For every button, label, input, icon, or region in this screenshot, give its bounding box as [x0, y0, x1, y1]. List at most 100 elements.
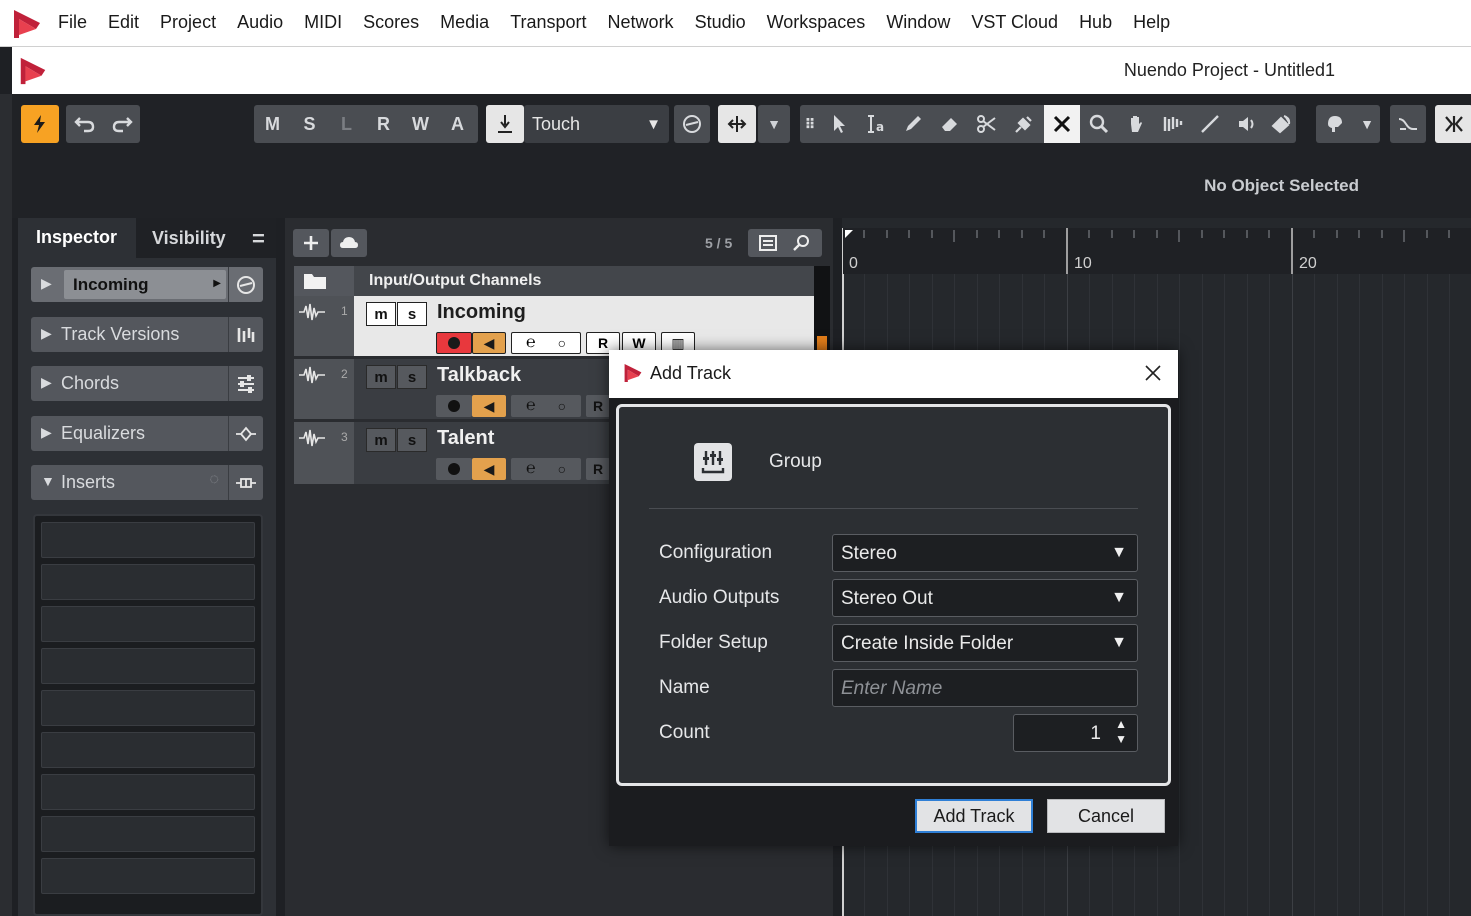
record-enable-button[interactable] [436, 332, 472, 354]
search-icon[interactable] [792, 233, 812, 253]
insert-slot[interactable] [41, 690, 255, 726]
automation-mode-icon-button[interactable] [486, 105, 524, 143]
count-stepper[interactable]: 1 ▲ ▼ [1013, 714, 1138, 752]
insert-slot[interactable] [41, 774, 255, 810]
menu-help[interactable]: Help [1133, 12, 1170, 33]
menu-project[interactable]: Project [160, 12, 216, 33]
object-selection-tool[interactable] [820, 105, 857, 143]
menu-network[interactable]: Network [608, 12, 674, 33]
configuration-select[interactable]: Stereo ▼ [832, 534, 1138, 572]
solo-button[interactable]: s [397, 428, 427, 452]
glue-tool[interactable] [1005, 105, 1042, 143]
menu-workspaces[interactable]: Workspaces [767, 12, 866, 33]
snap-to-zero-button[interactable] [1390, 105, 1426, 143]
insert-slot[interactable] [41, 606, 255, 642]
menu-media[interactable]: Media [440, 12, 489, 33]
record-enable-button[interactable] [436, 395, 472, 417]
redo-button[interactable] [103, 105, 140, 143]
solo-all-button[interactable]: S [291, 105, 328, 143]
inspector-menu-icon[interactable]: = [252, 226, 265, 252]
edit-channel-button[interactable] [228, 267, 263, 302]
write-all-button[interactable]: W [402, 105, 439, 143]
read-all-button[interactable]: R [365, 105, 402, 143]
add-track-from-cloud-button[interactable] [331, 229, 367, 257]
auto-scroll-options-button[interactable]: ▼ [1354, 105, 1380, 143]
comp-tool[interactable] [1154, 105, 1191, 143]
menu-file[interactable]: File [58, 12, 87, 33]
hand-tool[interactable] [1117, 105, 1154, 143]
mute-button[interactable]: m [366, 302, 396, 326]
listen-button[interactable]: L [328, 105, 365, 143]
menu-studio[interactable]: Studio [695, 12, 746, 33]
color-tool[interactable] [1265, 105, 1296, 143]
auto-scroll-button[interactable] [1316, 105, 1354, 143]
record-enable-button[interactable] [436, 458, 472, 480]
read-automation-button[interactable]: R [586, 458, 610, 480]
tab-inspector[interactable]: Inspector [18, 218, 134, 258]
play-tool[interactable] [1228, 105, 1265, 143]
cancel-button[interactable]: Cancel [1047, 799, 1165, 833]
line-tool[interactable] [1191, 105, 1228, 143]
insert-slot[interactable] [41, 858, 255, 894]
add-track-confirm-button[interactable]: Add Track [915, 799, 1033, 833]
folder-track[interactable]: Input/Output Channels [294, 266, 814, 296]
constrain-options-button[interactable]: ▼ [758, 105, 790, 143]
monitor-button[interactable]: ◀ [472, 458, 506, 480]
add-track-button[interactable] [293, 229, 329, 257]
menu-midi[interactable]: MIDI [304, 12, 342, 33]
edit-settings-group[interactable]: ℮ ○ [511, 332, 581, 354]
constrain-delay-button[interactable] [718, 105, 756, 143]
name-input[interactable]: Enter Name [832, 669, 1138, 707]
insert-slot[interactable] [41, 648, 255, 684]
insert-slot[interactable] [41, 564, 255, 600]
solo-button[interactable]: s [397, 365, 427, 389]
inspector-section-inserts[interactable]: ▼ Inserts ◌ [31, 465, 263, 500]
zoom-tool[interactable] [1080, 105, 1117, 143]
mute-tool[interactable] [1044, 105, 1080, 143]
time-ruler[interactable]: 0 10 20 [842, 228, 1471, 274]
folder-setup-select[interactable]: Create Inside Folder ▼ [832, 624, 1138, 662]
inspector-section-incoming[interactable]: ▶ Incoming ▶ [31, 267, 263, 302]
undo-button[interactable] [66, 105, 103, 143]
menu-window[interactable]: Window [886, 12, 950, 33]
menu-scores[interactable]: Scores [363, 12, 419, 33]
range-selection-tool[interactable]: a [857, 105, 894, 143]
insert-slot[interactable] [41, 816, 255, 852]
monitor-button[interactable]: ◀ [472, 395, 506, 417]
read-automation-button[interactable]: R [586, 395, 610, 417]
edit-settings-group[interactable]: ℮ ○ [511, 458, 581, 480]
track-row-incoming[interactable]: 1 m s Incoming ◀ ℮ ○ R W ▥ [294, 296, 814, 356]
edit-settings-group[interactable]: ℮ ○ [511, 395, 581, 417]
inspector-section-equalizers[interactable]: ▶ Equalizers [31, 416, 263, 451]
automation-panel-button[interactable]: A [439, 105, 476, 143]
audio-outputs-select[interactable]: Stereo Out ▼ [832, 579, 1138, 617]
insert-slot[interactable] [41, 732, 255, 768]
mute-all-button[interactable]: M [254, 105, 291, 143]
snap-on-off-button[interactable] [1435, 105, 1471, 143]
menu-transport[interactable]: Transport [510, 12, 586, 33]
menu-vst-cloud[interactable]: VST Cloud [971, 12, 1058, 33]
inspector-section-track-versions[interactable]: ▶ Track Versions [31, 317, 263, 352]
insert-slot[interactable] [41, 522, 255, 558]
automation-mode-select[interactable]: Touch ▼ [524, 105, 669, 143]
edit-automation-button[interactable] [674, 105, 710, 143]
solo-button[interactable]: s [397, 302, 427, 326]
track-name-field[interactable]: Incoming ▶ [64, 270, 226, 299]
close-icon[interactable] [1142, 362, 1164, 384]
stepper-arrows-icon[interactable]: ▲ ▼ [1115, 717, 1127, 747]
monitor-button[interactable]: ◀ [472, 332, 506, 354]
erase-tool[interactable] [931, 105, 968, 143]
activate-project-button[interactable] [21, 105, 59, 143]
split-tool[interactable] [968, 105, 1005, 143]
inspector-section-chords[interactable]: ▶ Chords [31, 366, 263, 401]
mute-button[interactable]: m [366, 428, 396, 452]
bypass-icon[interactable]: ◌ [209, 471, 219, 489]
list-icon[interactable] [758, 233, 778, 253]
menu-audio[interactable]: Audio [237, 12, 283, 33]
menu-edit[interactable]: Edit [108, 12, 139, 33]
inserts-icon[interactable] [228, 465, 263, 500]
edit-e-icon: ℮ [525, 334, 536, 351]
mute-button[interactable]: m [366, 365, 396, 389]
draw-tool[interactable] [894, 105, 931, 143]
menu-hub[interactable]: Hub [1079, 12, 1112, 33]
